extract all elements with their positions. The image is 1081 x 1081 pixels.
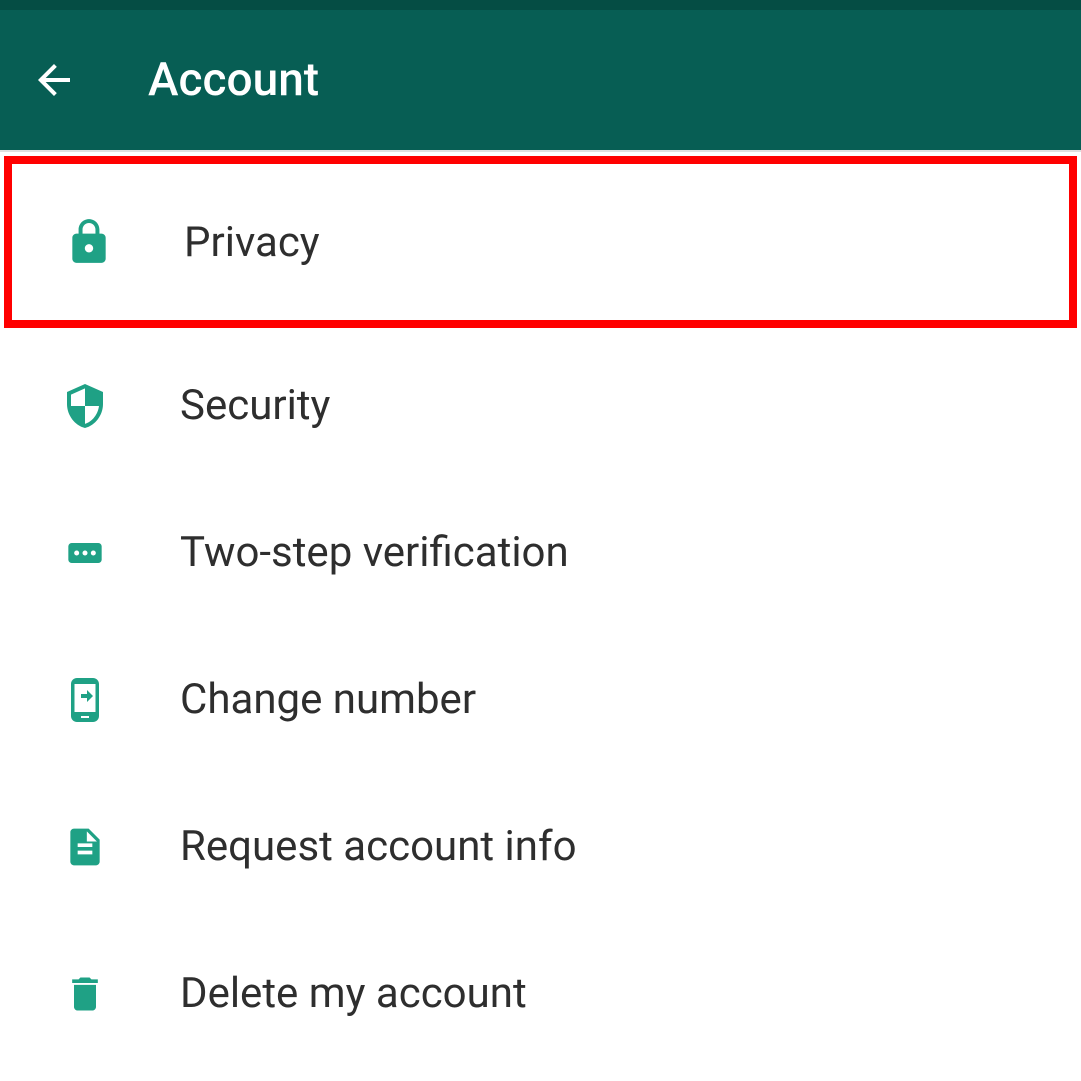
menu-label: Security — [180, 381, 330, 430]
status-bar — [0, 0, 1081, 10]
page-title: Account — [148, 53, 319, 107]
menu-label: Change number — [180, 675, 476, 724]
back-button[interactable] — [30, 56, 78, 104]
menu-item-privacy[interactable]: Privacy — [4, 156, 1077, 328]
password-icon — [50, 518, 120, 588]
separator — [0, 150, 1081, 152]
trash-icon — [50, 959, 120, 1029]
menu-item-change-number[interactable]: Change number — [0, 626, 1081, 773]
document-icon — [50, 812, 120, 882]
lock-icon — [54, 207, 124, 277]
menu-label: Privacy — [184, 218, 320, 267]
menu-item-two-step[interactable]: Two-step verification — [0, 479, 1081, 626]
menu-label: Delete my account — [180, 969, 527, 1018]
phone-change-icon — [50, 665, 120, 735]
menu-item-request-info[interactable]: Request account info — [0, 773, 1081, 920]
menu-label: Two-step verification — [180, 528, 569, 577]
app-bar: Account — [0, 10, 1081, 150]
back-arrow-icon — [30, 56, 78, 104]
menu-content: Privacy Security Two-step verification — [0, 156, 1081, 1067]
shield-icon — [50, 371, 120, 441]
menu-item-delete-account[interactable]: Delete my account — [0, 920, 1081, 1067]
menu-item-security[interactable]: Security — [0, 332, 1081, 479]
menu-label: Request account info — [180, 822, 577, 871]
